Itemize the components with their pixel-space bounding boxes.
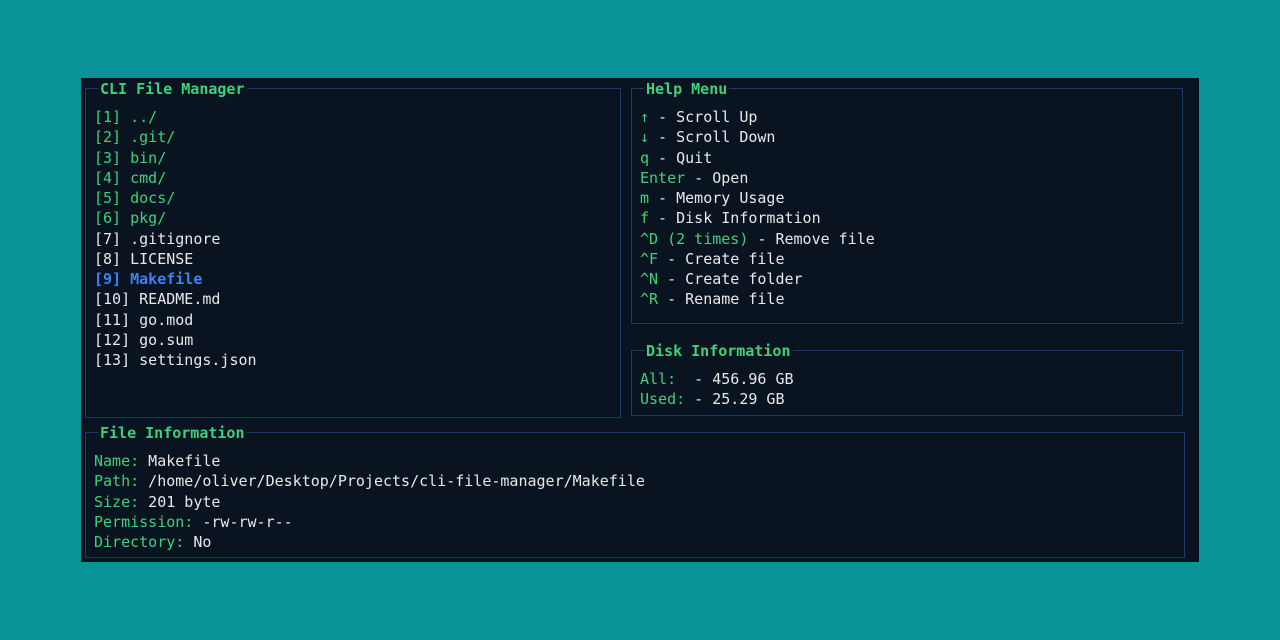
info-dir-row: Directory: No [94,532,1176,552]
help-key: m [640,189,649,207]
help-row: Enter - Open [640,168,1174,188]
disk-all-row: All: - 456.96 GB [640,369,1174,389]
help-row: ↓ - Scroll Down [640,127,1174,147]
help-row: ↑ - Scroll Up [640,107,1174,127]
help-key: ↓ [640,128,649,146]
file-list-panel: CLI File Manager [1] ../[2] .git/[3] bin… [85,88,621,418]
disk-title: Disk Information [644,341,793,361]
disk-used-label: Used: [640,390,685,408]
file-row[interactable]: [7] .gitignore [94,229,612,249]
disk-used-value: - 25.29 GB [685,390,784,408]
help-key: q [640,149,649,167]
info-name-row: Name: Makefile [94,451,1176,471]
file-row[interactable]: [8] LICENSE [94,249,612,269]
help-row: f - Disk Information [640,208,1174,228]
file-info-panel: File Information Name: Makefile Path: /h… [85,432,1185,558]
help-row: ^R - Rename file [640,289,1174,309]
info-perm-value: -rw-rw-r-- [193,513,292,531]
help-desc: - Remove file [748,230,874,248]
help-desc: - Disk Information [649,209,821,227]
help-desc: - Rename file [658,290,784,308]
info-perm-label: Permission: [94,513,193,531]
info-dir-value: No [184,533,211,551]
file-list[interactable]: [1] ../[2] .git/[3] bin/[4] cmd/[5] docs… [94,107,612,370]
file-list-title: CLI File Manager [98,79,247,99]
disk-all-value: - 456.96 GB [676,370,793,388]
help-key: ^F [640,250,658,268]
file-row[interactable]: [11] go.mod [94,310,612,330]
help-key: ^R [640,290,658,308]
file-row[interactable]: [1] ../ [94,107,612,127]
help-key: ↑ [640,108,649,126]
help-key: Enter [640,169,685,187]
info-name-value: Makefile [139,452,220,470]
help-row: m - Memory Usage [640,188,1174,208]
info-dir-label: Directory: [94,533,184,551]
help-desc: - Scroll Down [649,128,775,146]
help-desc: - Scroll Up [649,108,757,126]
file-row[interactable]: [2] .git/ [94,127,612,147]
help-key: ^N [640,270,658,288]
file-row[interactable]: [13] settings.json [94,350,612,370]
help-title: Help Menu [644,79,729,99]
help-desc: - Memory Usage [649,189,784,207]
file-row[interactable]: [5] docs/ [94,188,612,208]
file-row[interactable]: [3] bin/ [94,148,612,168]
info-path-value: /home/oliver/Desktop/Projects/cli-file-m… [139,472,645,490]
help-desc: - Open [685,169,748,187]
file-row[interactable]: [6] pkg/ [94,208,612,228]
help-panel: Help Menu ↑ - Scroll Up↓ - Scroll Downq … [631,88,1183,324]
info-size-row: Size: 201 byte [94,492,1176,512]
file-row[interactable]: [9] Makefile [94,269,612,289]
file-row[interactable]: [4] cmd/ [94,168,612,188]
terminal-window: CLI File Manager [1] ../[2] .git/[3] bin… [81,78,1199,562]
file-row[interactable]: [10] README.md [94,289,612,309]
help-key: f [640,209,649,227]
file-info-title: File Information [98,423,247,443]
help-list: ↑ - Scroll Up↓ - Scroll Downq - QuitEnte… [640,107,1174,310]
help-row: ^N - Create folder [640,269,1174,289]
info-perm-row: Permission: -rw-rw-r-- [94,512,1176,532]
info-size-value: 201 byte [139,493,220,511]
info-size-label: Size: [94,493,139,511]
help-desc: - Create folder [658,270,803,288]
help-row: ^D (2 times) - Remove file [640,229,1174,249]
disk-used-row: Used: - 25.29 GB [640,389,1174,409]
help-key: ^D (2 times) [640,230,748,248]
help-row: q - Quit [640,148,1174,168]
help-row: ^F - Create file [640,249,1174,269]
disk-panel: Disk Information All: - 456.96 GB Used: … [631,350,1183,416]
help-desc: - Quit [649,149,712,167]
info-path-row: Path: /home/oliver/Desktop/Projects/cli-… [94,471,1176,491]
info-path-label: Path: [94,472,139,490]
info-name-label: Name: [94,452,139,470]
file-row[interactable]: [12] go.sum [94,330,612,350]
disk-all-label: All: [640,370,676,388]
help-desc: - Create file [658,250,784,268]
